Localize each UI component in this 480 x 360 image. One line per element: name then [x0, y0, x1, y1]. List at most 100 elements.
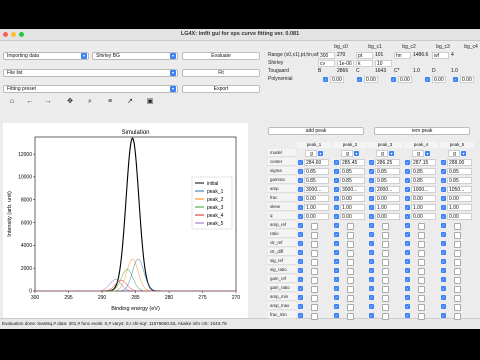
- param-value[interactable]: 0.85: [375, 177, 400, 184]
- param-value[interactable]: 0.85: [411, 168, 436, 175]
- bg-cell[interactable]: 2866: [337, 68, 354, 75]
- param-checkbox[interactable]: ✓: [334, 214, 339, 219]
- save-icon[interactable]: ▣: [146, 98, 154, 106]
- param-checkbox[interactable]: ✓: [334, 304, 339, 309]
- ref-checkbox[interactable]: [347, 304, 354, 311]
- ref-checkbox[interactable]: [311, 259, 318, 266]
- param-checkbox[interactable]: ✓: [334, 259, 339, 264]
- param-checkbox[interactable]: ✓: [405, 313, 410, 318]
- ref-checkbox[interactable]: [311, 223, 318, 230]
- param-checkbox[interactable]: ✓: [441, 295, 446, 300]
- param-checkbox[interactable]: ✓: [298, 196, 303, 201]
- ref-checkbox[interactable]: [347, 259, 354, 266]
- param-value[interactable]: 0.00: [411, 195, 436, 202]
- param-checkbox[interactable]: ✓: [369, 241, 374, 246]
- ref-checkbox[interactable]: [347, 277, 354, 284]
- ref-checkbox[interactable]: [382, 259, 389, 266]
- ref-checkbox[interactable]: [347, 223, 354, 230]
- fitting-preset-combo[interactable]: Fitting preset ▾: [3, 85, 178, 93]
- param-checkbox[interactable]: ✓: [334, 205, 339, 210]
- ref-checkbox[interactable]: [382, 313, 389, 320]
- ref-checkbox[interactable]: [311, 277, 318, 284]
- add-peak-button[interactable]: add peak: [268, 127, 364, 135]
- param-value[interactable]: 0.00: [447, 213, 472, 220]
- param-checkbox[interactable]: ✓: [334, 313, 339, 318]
- bg-cell[interactable]: C*: [394, 68, 411, 75]
- ref-checkbox[interactable]: [347, 313, 354, 320]
- bg-cell[interactable]: 0.00: [398, 76, 412, 83]
- param-checkbox[interactable]: ✓: [405, 250, 410, 255]
- param-checkbox[interactable]: ✓: [405, 169, 410, 174]
- param-checkbox[interactable]: ✓: [405, 286, 410, 291]
- back-icon[interactable]: ←: [26, 98, 34, 106]
- ref-checkbox[interactable]: [418, 286, 425, 293]
- bg-cell[interactable]: 10: [375, 60, 392, 67]
- bg-cell[interactable]: cv: [318, 60, 335, 67]
- param-checkbox[interactable]: ✓: [441, 259, 446, 264]
- bg-cell[interactable]: 0.00: [432, 76, 446, 83]
- model-combo[interactable]: g: [305, 150, 317, 157]
- bg-cell[interactable]: 300: [318, 52, 335, 59]
- bg-cell[interactable]: wf: [432, 52, 449, 59]
- param-checkbox[interactable]: ✓: [441, 304, 446, 309]
- model-combo[interactable]: g: [448, 150, 460, 157]
- bg-cell[interactable]: 101: [375, 52, 392, 59]
- param-checkbox[interactable]: ✓: [298, 313, 303, 318]
- ref-checkbox[interactable]: [382, 304, 389, 311]
- remove-peak-button[interactable]: rem peak: [374, 127, 470, 135]
- ref-checkbox[interactable]: [418, 223, 425, 230]
- param-checkbox[interactable]: ✓: [405, 178, 410, 183]
- param-value[interactable]: 0.00: [447, 195, 472, 202]
- param-checkbox[interactable]: ✓: [334, 187, 339, 192]
- param-checkbox[interactable]: ✓: [441, 313, 446, 318]
- ref-checkbox[interactable]: [347, 286, 354, 293]
- param-checkbox[interactable]: ✓: [298, 187, 303, 192]
- ref-checkbox[interactable]: [382, 295, 389, 302]
- ref-checkbox[interactable]: [347, 241, 354, 248]
- ref-checkbox[interactable]: [347, 268, 354, 275]
- param-checkbox[interactable]: ✓: [441, 187, 446, 192]
- param-checkbox[interactable]: ✓: [298, 286, 303, 291]
- param-checkbox[interactable]: ✓: [441, 232, 446, 237]
- ref-checkbox[interactable]: [382, 223, 389, 230]
- param-value[interactable]: 0.00: [304, 195, 329, 202]
- param-checkbox[interactable]: ✓: [369, 295, 374, 300]
- bg-cell[interactable]: 0.00: [330, 76, 344, 83]
- param-value[interactable]: 0.00: [411, 213, 436, 220]
- ref-checkbox[interactable]: [311, 232, 318, 239]
- param-value[interactable]: 0.85: [411, 177, 436, 184]
- ref-checkbox[interactable]: [311, 268, 318, 275]
- param-value[interactable]: 2000...: [375, 186, 400, 193]
- param-value[interactable]: 0.85: [304, 177, 329, 184]
- ref-checkbox[interactable]: [418, 241, 425, 248]
- param-checkbox[interactable]: ✓: [369, 223, 374, 228]
- param-checkbox[interactable]: ✓: [369, 286, 374, 291]
- param-checkbox[interactable]: ✓: [334, 223, 339, 228]
- bg-cell[interactable]: 1.0: [413, 68, 430, 75]
- param-checkbox[interactable]: ✓: [405, 232, 410, 237]
- param-checkbox[interactable]: ✓: [441, 160, 446, 165]
- param-checkbox[interactable]: ✓: [334, 169, 339, 174]
- param-checkbox[interactable]: ✓: [405, 268, 410, 273]
- bg-checkbox[interactable]: ✓: [357, 77, 362, 82]
- ref-checkbox[interactable]: [454, 241, 461, 248]
- ref-checkbox[interactable]: [382, 250, 389, 257]
- ref-checkbox[interactable]: [418, 268, 425, 275]
- ref-checkbox[interactable]: [454, 313, 461, 320]
- ref-checkbox[interactable]: [418, 232, 425, 239]
- bg-cell[interactable]: 4: [451, 52, 468, 59]
- bg-cell[interactable]: C: [356, 68, 373, 75]
- param-value[interactable]: 0.85: [447, 168, 472, 175]
- evaluate-button[interactable]: Evaluate: [182, 52, 260, 60]
- param-value[interactable]: 285.45: [340, 159, 365, 166]
- ref-checkbox[interactable]: [454, 268, 461, 275]
- param-value[interactable]: 1.00: [340, 204, 365, 211]
- param-checkbox[interactable]: ✓: [405, 259, 410, 264]
- ref-checkbox[interactable]: [311, 241, 318, 248]
- bg-checkbox[interactable]: ✓: [391, 77, 396, 82]
- ref-checkbox[interactable]: [418, 295, 425, 302]
- param-checkbox[interactable]: ✓: [405, 295, 410, 300]
- param-checkbox[interactable]: ✓: [298, 160, 303, 165]
- param-checkbox[interactable]: ✓: [334, 241, 339, 246]
- param-checkbox[interactable]: ✓: [441, 286, 446, 291]
